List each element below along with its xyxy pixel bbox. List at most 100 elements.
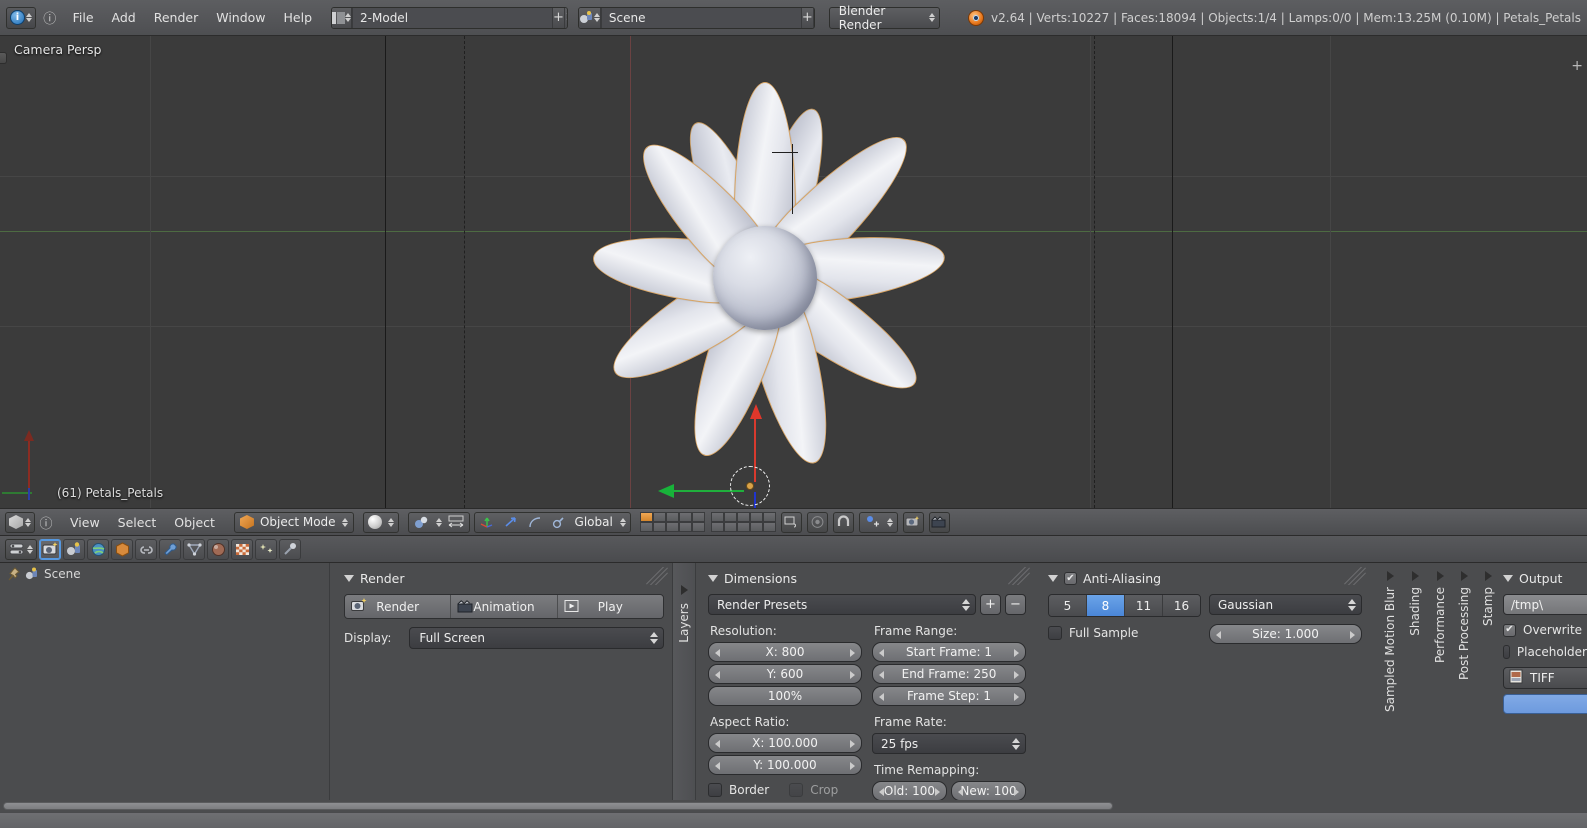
- scale-manipulator-icon[interactable]: [527, 514, 544, 530]
- menu-add[interactable]: Add: [103, 7, 145, 28]
- menu-window[interactable]: Window: [207, 7, 274, 28]
- view3d-menu-select[interactable]: Select: [109, 512, 166, 533]
- render-button[interactable]: Render: [345, 595, 452, 618]
- flower-model[interactable]: [540, 58, 990, 498]
- aa-size-field[interactable]: Size: 1.000: [1209, 624, 1362, 644]
- chevron-right-icon[interactable]: [680, 585, 688, 595]
- pivot-point-selector[interactable]: [407, 511, 470, 533]
- pivot-align-icon[interactable]: [448, 514, 465, 530]
- delete-screen-button[interactable]: ✕: [563, 7, 567, 28]
- remove-preset-button[interactable]: −: [1005, 594, 1026, 615]
- aspect-y-field[interactable]: Y: 100.000: [708, 755, 862, 775]
- post-processing-panel-collapsed[interactable]: Post Processing: [1451, 563, 1477, 800]
- new-scene-button[interactable]: +: [800, 7, 813, 28]
- chevron-down-icon[interactable]: [708, 575, 718, 582]
- render-presets-dropdown[interactable]: Render Presets: [708, 594, 976, 615]
- placeholder-row[interactable]: Placeholder: [1503, 645, 1587, 659]
- transform-orientation-selector[interactable]: Global: [473, 511, 631, 533]
- play-button[interactable]: Play: [557, 595, 663, 618]
- menu-file[interactable]: File: [64, 7, 103, 28]
- viewport-shading-selector[interactable]: [362, 511, 399, 533]
- layers-panel-collapsed[interactable]: Layers: [672, 563, 696, 800]
- shading-panel-collapsed[interactable]: Shading: [1402, 563, 1428, 800]
- tab-modifiers[interactable]: [159, 538, 181, 560]
- chevron-down-icon[interactable]: [1048, 575, 1058, 582]
- properties-editor-type-selector[interactable]: [5, 538, 37, 560]
- chevron-right-icon[interactable]: [1386, 571, 1394, 581]
- pivot-spinner-icon[interactable]: [435, 517, 442, 527]
- full-sample-checkbox[interactable]: [1048, 626, 1062, 640]
- tab-data[interactable]: [183, 538, 205, 560]
- snap-spinner-icon[interactable]: [886, 517, 893, 527]
- new-screen-button[interactable]: +: [552, 7, 564, 28]
- scene-spinner-icon[interactable]: [593, 7, 601, 28]
- frame-rate-dropdown[interactable]: 25 fps: [872, 733, 1026, 754]
- screen-layout-name[interactable]: 2-Model: [352, 7, 553, 28]
- 3d-viewport[interactable]: Camera Persp + (61) Petals_Petals: [0, 36, 1587, 508]
- tab-render[interactable]: [39, 538, 61, 560]
- menu-help[interactable]: Help: [275, 7, 322, 28]
- animation-button[interactable]: Animation: [451, 595, 558, 618]
- end-frame-field[interactable]: End Frame: 250: [872, 664, 1026, 684]
- editor-type-spinner-icon[interactable]: [25, 517, 31, 527]
- aa-sample-16[interactable]: 16: [1163, 595, 1200, 616]
- horizontal-scrollbar[interactable]: [3, 802, 1113, 810]
- render-animation-icon[interactable]: [928, 511, 950, 533]
- manipulator-z-arrow-icon[interactable]: [750, 404, 762, 419]
- mode-spinner-icon[interactable]: [341, 517, 348, 527]
- chevron-right-icon[interactable]: [1411, 571, 1419, 581]
- chevron-down-icon[interactable]: [344, 575, 354, 582]
- performance-panel-collapsed[interactable]: Performance: [1427, 563, 1453, 800]
- view3d-menu-object[interactable]: Object: [165, 512, 224, 533]
- render-panel-header[interactable]: Render: [344, 571, 664, 586]
- render-engine-selector[interactable]: Blender Render: [828, 4, 941, 32]
- tab-physics[interactable]: [279, 538, 301, 560]
- snap-magnet-icon[interactable]: [832, 511, 854, 533]
- tab-particles[interactable]: [255, 538, 277, 560]
- tab-constraints[interactable]: [135, 538, 157, 560]
- placeholder-checkbox[interactable]: [1503, 645, 1510, 659]
- chevron-down-icon[interactable]: [1503, 575, 1513, 582]
- scene-selector[interactable]: Scene + ✕: [577, 6, 815, 29]
- proportional-edit-icon[interactable]: [806, 511, 828, 533]
- interaction-mode-selector[interactable]: Object Mode: [233, 511, 354, 533]
- time-remap-new-field[interactable]: New: 100: [951, 781, 1026, 801]
- border-checkbox[interactable]: [708, 783, 722, 797]
- editor-type-spinner-icon[interactable]: [26, 13, 32, 22]
- collapse-menu-icon[interactable]: ⓘ: [37, 513, 55, 532]
- aa-filter-dropdown[interactable]: Gaussian: [1209, 594, 1362, 615]
- dimensions-panel-header[interactable]: Dimensions: [708, 571, 1026, 586]
- layer-block-1[interactable]: [639, 512, 705, 532]
- tab-texture[interactable]: [231, 538, 253, 560]
- properties-editor-spinner-icon[interactable]: [27, 544, 33, 554]
- tab-scene[interactable]: [63, 538, 85, 560]
- render-engine-spinner-icon[interactable]: [929, 13, 936, 22]
- tab-world[interactable]: [87, 538, 109, 560]
- overwrite-row[interactable]: ✔ Overwrite: [1503, 623, 1587, 637]
- display-mode-dropdown[interactable]: Full Screen: [409, 627, 664, 649]
- tab-material[interactable]: [207, 538, 229, 560]
- editor-type-selector-view3d[interactable]: [5, 511, 35, 533]
- aa-sample-11[interactable]: 11: [1125, 595, 1163, 616]
- full-sample-row[interactable]: Full Sample: [1048, 626, 1201, 640]
- color-depth-field[interactable]: [1503, 694, 1587, 714]
- rotate-manipulator-icon[interactable]: [503, 514, 520, 530]
- menu-render[interactable]: Render: [145, 7, 208, 28]
- shading-spinner-icon[interactable]: [387, 517, 394, 527]
- file-format-dropdown[interactable]: TIFF: [1503, 667, 1587, 689]
- chevron-right-icon[interactable]: [1460, 571, 1468, 581]
- resolution-x-field[interactable]: X: 800: [708, 642, 862, 662]
- object-origin-dot[interactable]: [746, 482, 754, 490]
- resolution-percent-field[interactable]: 100%: [708, 686, 862, 706]
- view3d-menu-view[interactable]: View: [61, 512, 109, 533]
- screen-layout-selector[interactable]: 2-Model + ✕: [331, 6, 568, 29]
- manipulator-y-arrow-icon[interactable]: [658, 484, 674, 498]
- scene-name[interactable]: Scene: [600, 7, 801, 28]
- tab-object[interactable]: [111, 538, 133, 560]
- frame-step-field[interactable]: Frame Step: 1: [872, 686, 1026, 706]
- chevron-right-icon[interactable]: [1484, 571, 1492, 581]
- viewport-toolshelf-toggle-icon[interactable]: +: [1571, 58, 1583, 74]
- orientation-spinner-icon[interactable]: [619, 517, 626, 527]
- lock-camera-icon[interactable]: [780, 511, 802, 533]
- time-remap-old-field[interactable]: Old: 100: [872, 781, 947, 801]
